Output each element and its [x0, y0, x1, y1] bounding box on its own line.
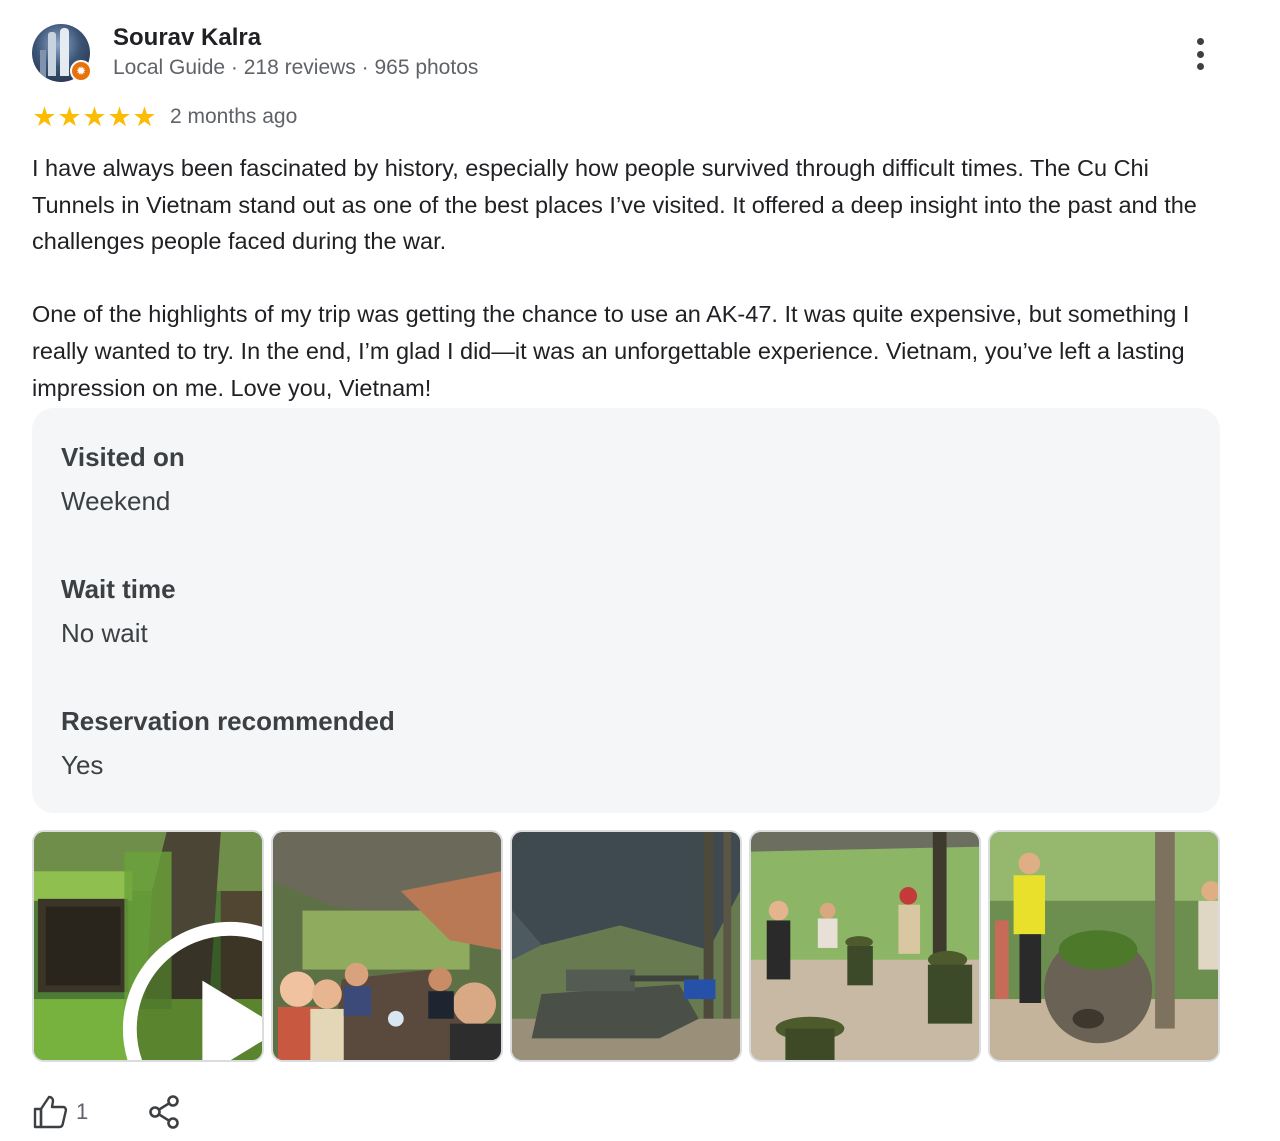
detail-label: Reservation recommended — [61, 706, 395, 736]
visit-details-card: Visited on Weekend Wait time No wait Res… — [32, 408, 1220, 813]
photo-visitors-in-forest[interactable] — [749, 830, 981, 1062]
star-icon: ★ — [57, 101, 82, 132]
share-icon — [149, 1095, 180, 1129]
photo-group-dining[interactable] — [271, 830, 503, 1062]
like-count: 1 — [76, 1099, 89, 1124]
detail-value: No wait — [61, 618, 148, 648]
like-button[interactable]: 1 — [32, 1095, 88, 1129]
detail-visited-on: Visited on Weekend — [61, 438, 1191, 526]
star-icon: ★ — [82, 101, 107, 132]
review-actions: 1 — [32, 1094, 180, 1130]
rating-row: ★ ★ ★ ★ ★ 2 months ago — [32, 103, 297, 131]
detail-label: Wait time — [61, 574, 176, 604]
star-rating: ★ ★ ★ ★ ★ — [32, 101, 157, 132]
star-icon: ★ — [32, 101, 57, 132]
thumbs-up-icon — [33, 1095, 68, 1129]
detail-value: Weekend — [61, 486, 171, 516]
review-paragraph: One of the highlights of my trip was get… — [32, 301, 1190, 401]
star-icon: ★ — [107, 101, 132, 132]
photo-strip — [32, 830, 1220, 1062]
detail-reservation: Reservation recommended Yes — [61, 702, 1191, 790]
share-button[interactable] — [148, 1095, 180, 1129]
photo-tank-under-canopy[interactable] — [510, 830, 742, 1062]
detail-value: Yes — [61, 750, 104, 780]
review-text: I have always been fascinated by history… — [32, 150, 1212, 406]
star-icon: ★ — [132, 101, 157, 132]
detail-wait-time: Wait time No wait — [61, 570, 1191, 658]
review-paragraph: I have always been fascinated by history… — [32, 155, 1197, 255]
more-options-icon[interactable] — [1190, 34, 1210, 74]
reviewer-meta: Local Guide · 218 reviews · 965 photos — [113, 56, 479, 79]
local-guide-star-icon: ✹ — [70, 60, 92, 82]
review-header: ✹ Sourav Kalra Local Guide · 218 reviews… — [32, 22, 1252, 82]
photo-termite-mound-guide[interactable] — [988, 830, 1220, 1062]
review-date: 2 months ago — [170, 105, 298, 128]
photo-tunnel-entrance-video[interactable] — [32, 830, 264, 1062]
play-icon[interactable] — [116, 915, 264, 1062]
detail-label: Visited on — [61, 442, 185, 472]
reviewer-name[interactable]: Sourav Kalra — [113, 24, 261, 52]
